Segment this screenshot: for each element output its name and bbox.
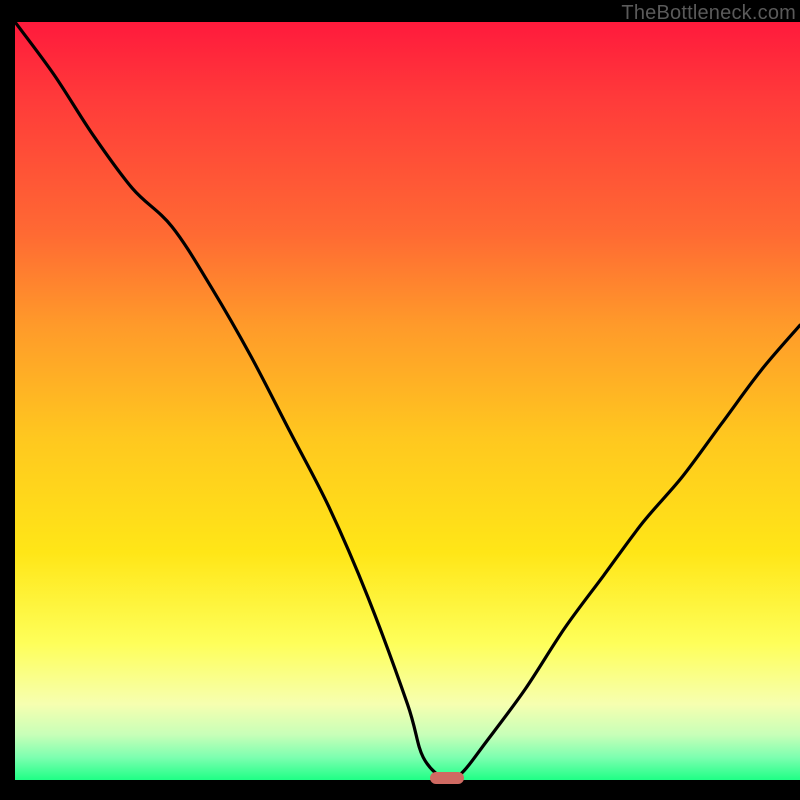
plot-gradient-area	[15, 22, 800, 780]
bottleneck-curve	[15, 22, 800, 780]
optimum-marker	[430, 772, 464, 784]
chart-frame: TheBottleneck.com	[15, 0, 800, 785]
